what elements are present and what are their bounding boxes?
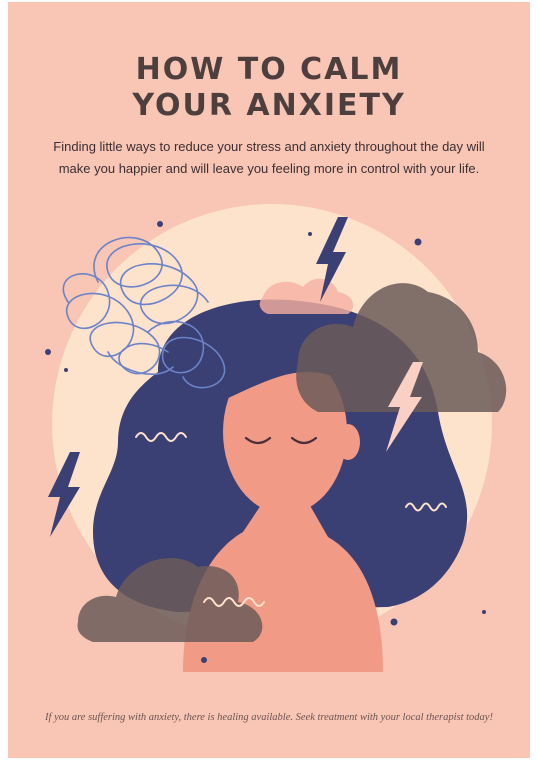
footer-text: If you are suffering with anxiety, there… — [45, 712, 493, 723]
lightning-bolt-icon-left — [48, 452, 80, 537]
subtitle-line-2: make you happier and will leave you feel… — [58, 161, 480, 176]
poster: HOW TO CALM YOUR ANXIETY Finding little … — [8, 2, 530, 758]
ear — [336, 424, 360, 460]
subtitle-line-1: Finding little ways to reduce your stres… — [53, 139, 485, 154]
anxiety-illustration — [45, 204, 507, 672]
title-line-2: YOUR ANXIETY — [132, 88, 406, 123]
title-line-1: HOW TO CALM — [135, 52, 403, 87]
